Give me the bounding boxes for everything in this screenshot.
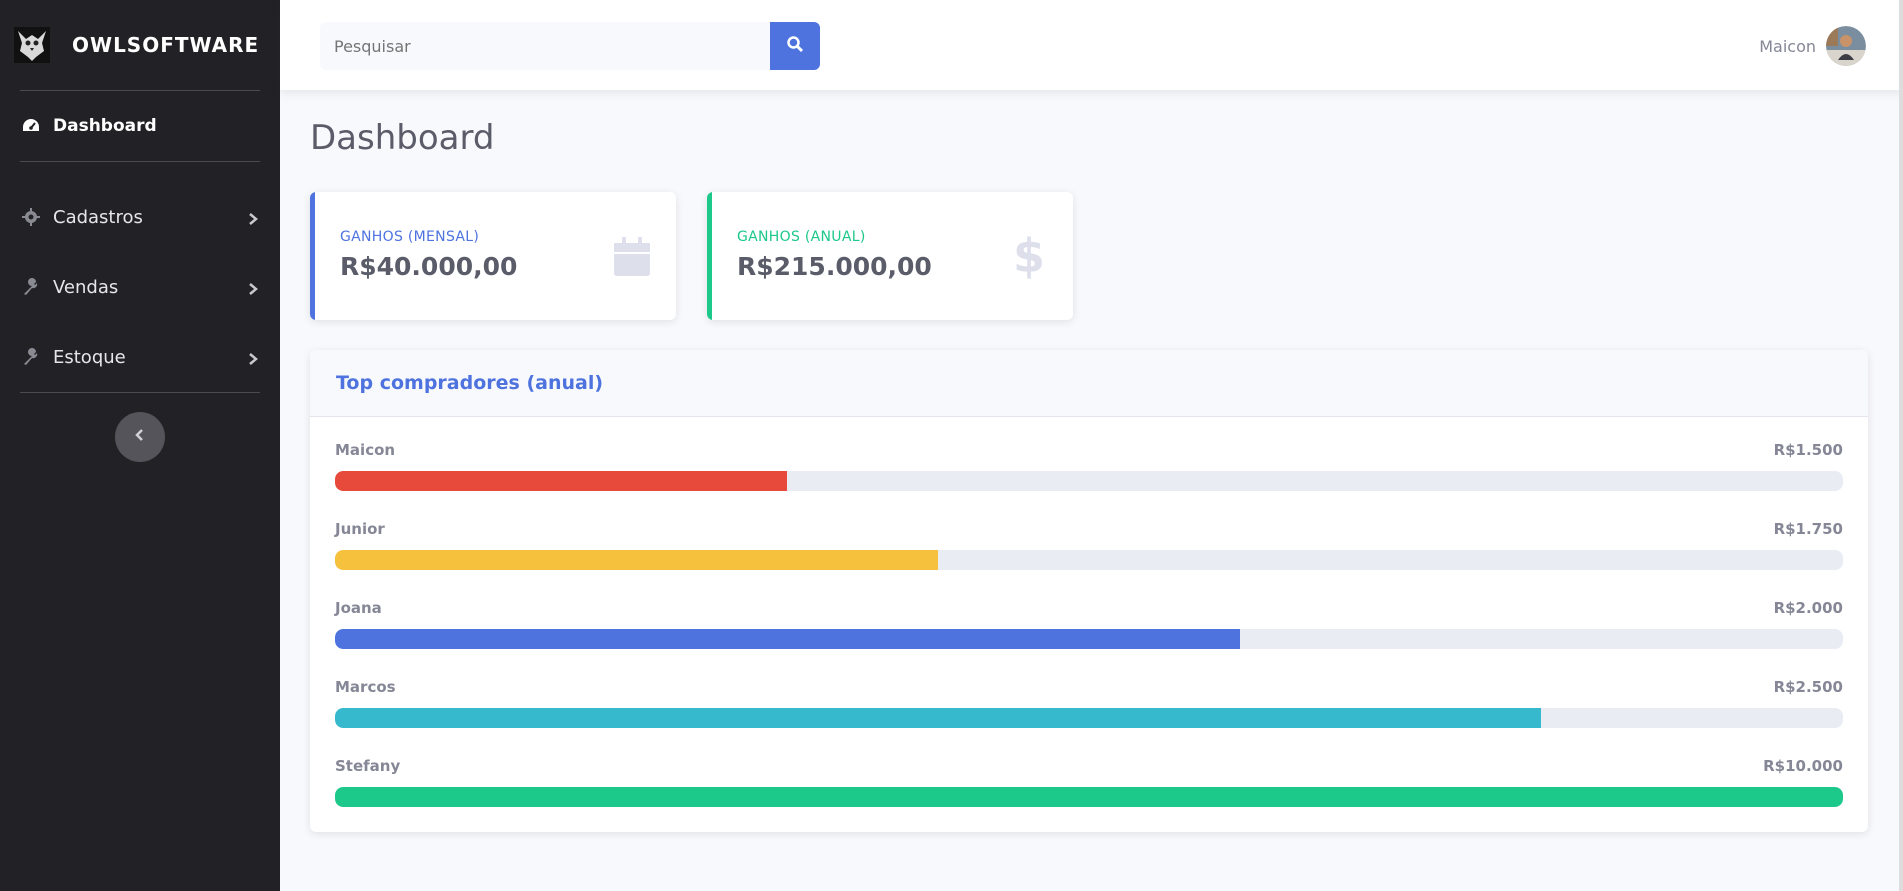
buyer-name: Junior (335, 520, 385, 538)
sidebar-item-vendas[interactable]: Vendas (0, 252, 280, 322)
progress-bar (335, 471, 788, 491)
gear-icon (20, 206, 42, 228)
sidebar-item-dashboard[interactable]: Dashboard (0, 91, 280, 161)
progress-track (335, 550, 1843, 570)
stat-card-accent (310, 192, 315, 320)
sidebar-toggle-button[interactable] (115, 412, 165, 462)
buyer-name: Marcos (335, 678, 396, 696)
buyer-row: Maicon R$1.500 (335, 441, 1843, 520)
buyer-row: Marcos R$2.500 (335, 678, 1843, 757)
buyer-amount: R$2.500 (1773, 678, 1843, 696)
brand[interactable]: OWLSOFTWARE (0, 0, 280, 90)
brand-name: OWLSOFTWARE (72, 33, 260, 57)
topbar: Maicon (280, 0, 1903, 90)
sidebar-item-label: Estoque (53, 346, 126, 368)
buyer-name: Maicon (335, 441, 396, 459)
progress-track (335, 629, 1843, 649)
buyer-name: Joana (335, 599, 382, 617)
sidebar-item-estoque[interactable]: Estoque (0, 322, 280, 392)
stat-card-monthly: GANHOS (MENSAL) R$40.000,00 (310, 192, 676, 320)
sidebar-item-cadastros[interactable]: Cadastros (0, 182, 280, 252)
stat-card-annual: GANHOS (ANUAL) R$215.000,00 $ (707, 192, 1073, 320)
sidebar-divider (20, 392, 260, 393)
buyer-row: Junior R$1.750 (335, 520, 1843, 599)
buyer-row: Joana R$2.000 (335, 599, 1843, 678)
chevron-right-icon (246, 350, 260, 365)
search-form (320, 22, 820, 70)
search-input[interactable] (320, 22, 770, 70)
wrench-icon (20, 346, 42, 368)
stat-label: GANHOS (MENSAL) (340, 229, 480, 245)
stat-label: GANHOS (ANUAL) (737, 229, 866, 245)
user-menu[interactable]: Maicon (1759, 26, 1866, 66)
stat-value: R$215.000,00 (737, 252, 932, 281)
sidebar-item-label: Cadastros (53, 206, 143, 228)
progress-bar (335, 629, 1240, 649)
progress-track (335, 708, 1843, 728)
stat-value: R$40.000,00 (340, 252, 518, 281)
top-buyers-header: Top compradores (anual) (310, 350, 1868, 417)
buyer-amount: R$2.000 (1773, 599, 1843, 617)
progress-track (335, 471, 1843, 491)
search-button[interactable] (770, 22, 820, 70)
tachometer-icon (20, 115, 42, 137)
sidebar-item-label: Vendas (53, 276, 119, 298)
wrench-icon (20, 276, 42, 298)
scrollbar[interactable] (1899, 0, 1903, 891)
chevron-left-icon (133, 428, 147, 447)
chevron-right-icon (246, 280, 260, 295)
progress-bar (335, 787, 1843, 807)
stat-card-accent (707, 192, 712, 320)
page-title: Dashboard (310, 118, 495, 158)
buyer-amount: R$1.750 (1773, 520, 1843, 538)
chevron-right-icon (246, 210, 260, 225)
buyer-name: Stefany (335, 757, 401, 775)
top-buyers-list: Maicon R$1.500 Junior R$1.750 Joana R$2.… (310, 417, 1868, 832)
progress-track (335, 787, 1843, 807)
buyer-row: Stefany R$10.000 (335, 757, 1843, 832)
top-buyers-card: Top compradores (anual) Maicon R$1.500 J… (310, 350, 1868, 832)
calendar-icon (612, 232, 652, 280)
avatar (1826, 26, 1866, 66)
user-name: Maicon (1759, 36, 1816, 56)
buyer-amount: R$10.000 (1763, 757, 1843, 775)
progress-bar (335, 550, 939, 570)
top-buyers-title: Top compradores (anual) (336, 372, 604, 394)
owl-logo (14, 27, 50, 63)
buyer-amount: R$1.500 (1773, 441, 1843, 459)
progress-bar (335, 708, 1542, 728)
dollar-icon: $ (1012, 229, 1045, 283)
search-icon (786, 35, 804, 58)
main-content: Maicon Dashboard GANHOS (MENSAL) R$40.00… (280, 0, 1903, 891)
sidebar-item-label: Dashboard (53, 116, 157, 136)
sidebar: OWLSOFTWARE Dashboard Cadastros Vendas E… (0, 0, 280, 891)
